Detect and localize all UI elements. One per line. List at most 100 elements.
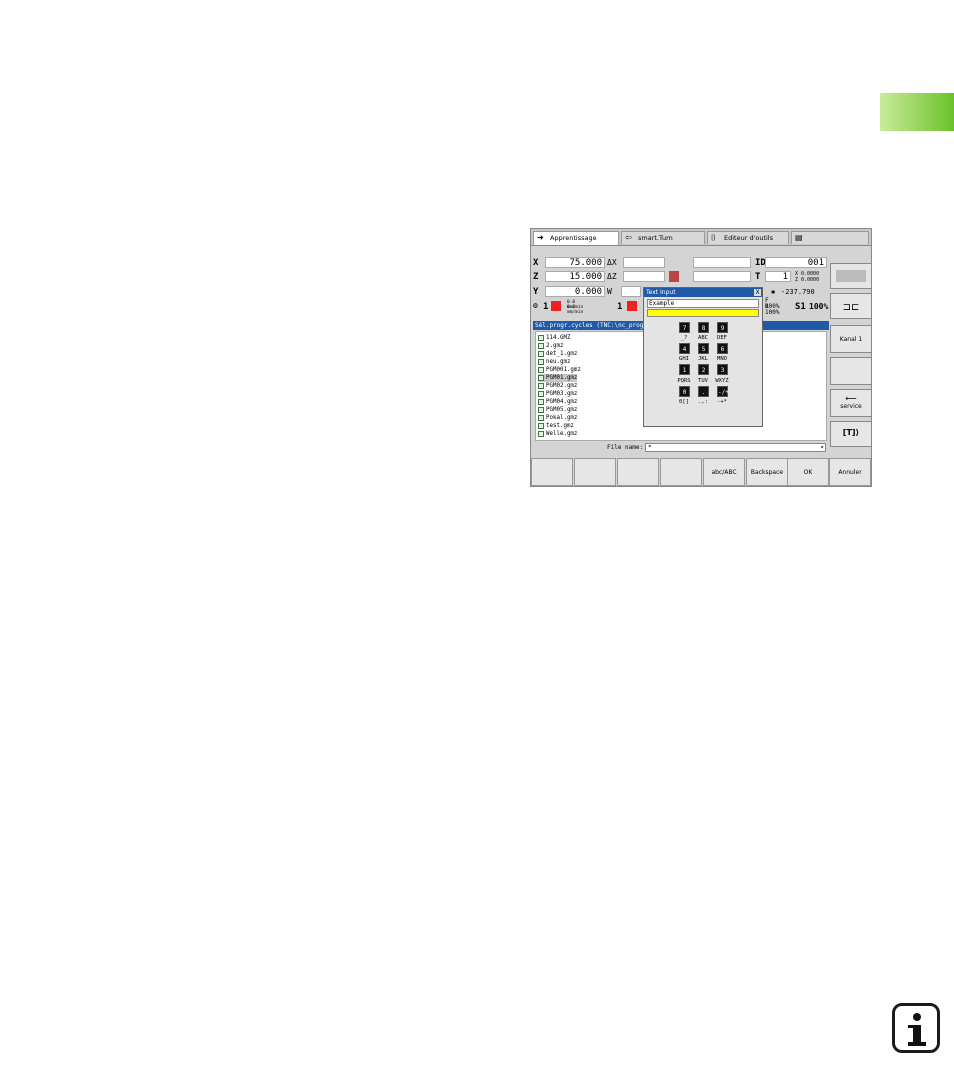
softkey-2[interactable] — [574, 458, 616, 486]
key-6-letters: DEF — [717, 335, 727, 341]
stop-icon — [627, 301, 637, 311]
tab-save[interactable]: ▤ — [791, 231, 869, 244]
key-7[interactable]: 7 — [679, 322, 690, 333]
file-icon — [538, 375, 544, 381]
list-item[interactable]: PGM03.gmz — [538, 390, 577, 398]
softkey-ok[interactable]: OK — [787, 458, 829, 486]
softkey-1[interactable] — [531, 458, 573, 486]
softkey-backspace[interactable]: Backspace — [746, 458, 788, 486]
w-value — [621, 286, 641, 297]
key-6[interactable]: 6 — [717, 343, 728, 354]
close-icon[interactable]: X — [754, 289, 761, 296]
key-sign[interactable]: -/+ — [717, 386, 729, 397]
side-button-service[interactable]: ⟵ service — [830, 389, 872, 417]
feed-icon: ⚙ — [533, 301, 538, 310]
key-0[interactable]: 0 — [679, 386, 690, 397]
tab-apprentissage[interactable]: ➜ Apprentissage — [533, 231, 619, 245]
axis-y-value: 0.000 — [545, 286, 605, 297]
spindle-icon: ⊐⊏ — [842, 302, 860, 313]
file-icon — [538, 431, 544, 437]
z-offset-small: Z 0.0000 — [795, 277, 820, 283]
list-item[interactable]: Welle.gmz — [538, 430, 577, 438]
side-softkeys: ⊐⊏ Kanal 1 ⟵ service [T]⟩ — [830, 263, 872, 453]
key-2[interactable]: 2 — [698, 364, 709, 375]
softkey-3[interactable] — [617, 458, 659, 486]
chuck-icon — [669, 271, 679, 282]
delta-z-value — [623, 271, 665, 282]
spindle-label: S1 — [795, 302, 806, 312]
arrow-right-icon: ➜ — [537, 233, 544, 242]
file-icon — [538, 367, 544, 373]
key-4[interactable]: 4 — [679, 343, 690, 354]
delta-x-value — [623, 257, 665, 268]
dialog-highlight-field[interactable] — [647, 309, 759, 317]
dialog-title: Text Input X — [644, 288, 762, 297]
key-3-letters: MNO — [717, 356, 727, 362]
axis-z-delta: ΔZ — [607, 272, 617, 281]
save-icon: ▤ — [795, 233, 803, 242]
offset-field-2 — [693, 271, 751, 282]
list-item[interactable]: test.gmz — [538, 422, 574, 430]
axis-w-label: W — [607, 287, 612, 296]
list-item[interactable]: 2.gmz — [538, 342, 563, 350]
list-item[interactable]: PGM001.gmz — [538, 366, 581, 374]
file-icon — [538, 383, 544, 389]
list-item[interactable]: 114.GMZ — [538, 334, 570, 342]
list-item[interactable]: PGM02.gmz — [538, 382, 577, 390]
key-8[interactable]: 8 — [698, 322, 709, 333]
key-dot[interactable]: . — [698, 386, 709, 397]
key-9[interactable]: 9 — [717, 322, 728, 333]
axis-x-delta: ΔX — [607, 258, 617, 267]
list-item[interactable]: PGM05.gmz — [538, 406, 577, 414]
chevron-down-icon[interactable]: ▾ — [820, 444, 824, 452]
rapid-override: R 100% — [765, 303, 780, 316]
side-button-tool-table[interactable]: [T]⟩ — [830, 421, 872, 447]
machine-icon — [836, 270, 866, 282]
key-sign-symbols: -+* — [717, 399, 727, 405]
side-button-empty[interactable] — [830, 357, 872, 385]
file-icon — [538, 351, 544, 357]
text-input-dialog: Text Input X Example 7 8 9 _? ABC DEF 4 … — [643, 287, 763, 427]
file-icon — [538, 391, 544, 397]
softkey-abc-toggle[interactable]: abc/ABC — [703, 458, 745, 486]
softkey-annuler[interactable]: Annuler — [829, 458, 871, 486]
arrow-left-icon: ⇦ — [625, 233, 632, 242]
key-5[interactable]: 5 — [698, 343, 709, 354]
dialog-text-input[interactable]: Example — [647, 299, 759, 308]
file-name-label: File name: — [607, 444, 644, 451]
cnc-screen: ➜ Apprentissage ⇦ smart.Turn ⌷ Editeur d… — [530, 228, 872, 487]
file-icon — [538, 423, 544, 429]
list-item[interactable]: Pokal.gmz — [538, 414, 577, 422]
softkey-4[interactable] — [660, 458, 702, 486]
id-value: 001 — [765, 257, 827, 268]
tab-smart-turn[interactable]: ⇦ smart.Turn — [621, 231, 705, 244]
side-button-tool[interactable]: ⊐⊏ — [830, 293, 872, 319]
t-value: 1 — [765, 271, 791, 282]
offset-field-1 — [693, 257, 751, 268]
key-1[interactable]: 1 — [679, 364, 690, 375]
file-icon — [538, 335, 544, 341]
chapter-tab — [880, 93, 954, 131]
file-icon — [538, 359, 544, 365]
tab-tool-editor[interactable]: ⌷ Editeur d'outils — [707, 231, 789, 244]
file-icon — [538, 399, 544, 405]
side-button-kanal[interactable]: Kanal 1 — [830, 325, 872, 353]
file-icon — [538, 407, 544, 413]
tool-icon: ⌷ — [711, 233, 716, 242]
file-name-input[interactable]: * ▾ — [645, 443, 826, 452]
axis-z-label: Z — [533, 272, 539, 282]
tool-table-icon: [T]⟩ — [842, 428, 860, 437]
list-item[interactable]: det_1.gmz — [538, 350, 577, 358]
feed-rate-2: 0.0 mm/min — [567, 305, 584, 315]
axis-y-label: Y — [533, 287, 539, 297]
list-item[interactable]: PGM04.gmz — [538, 398, 577, 406]
spindle-angle-icon: ✱ — [771, 288, 776, 296]
axis-x-label: X — [533, 258, 539, 268]
side-button-machine[interactable] — [830, 263, 872, 289]
list-item[interactable]: neu.gmz — [538, 358, 570, 366]
list-item-selected[interactable]: PGM01.gmz — [538, 374, 578, 382]
angle-value: -237.790 — [781, 288, 815, 296]
info-icon — [892, 1003, 940, 1053]
stop-icon — [551, 301, 561, 311]
key-3[interactable]: 3 — [717, 364, 728, 375]
